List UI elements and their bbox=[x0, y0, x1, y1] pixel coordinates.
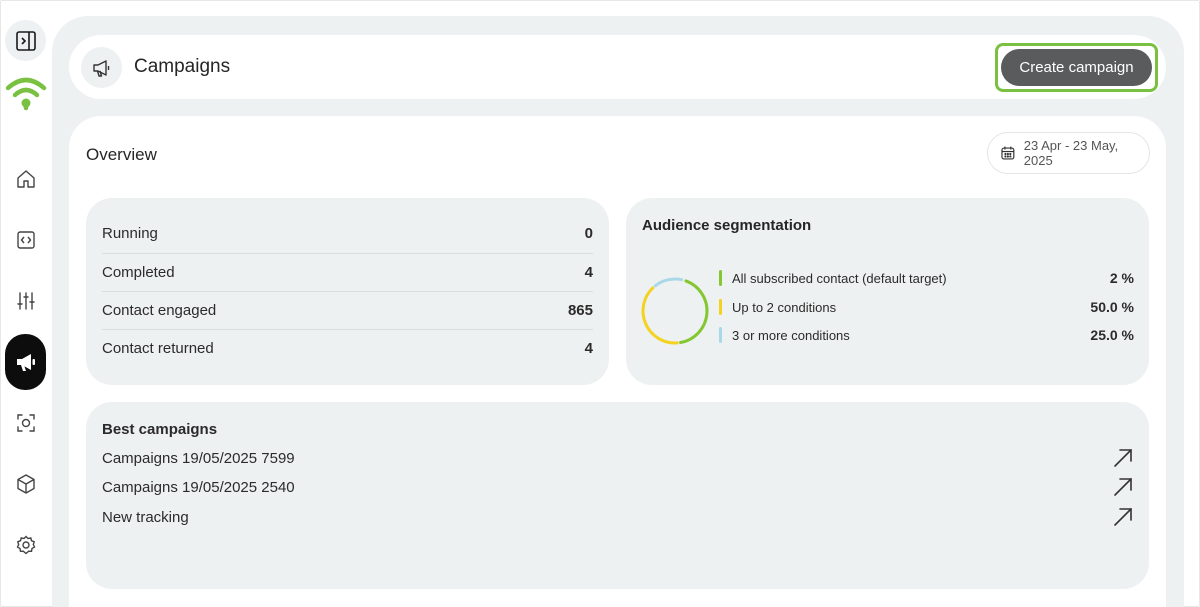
create-campaign-highlight: Create campaign bbox=[995, 43, 1158, 92]
legend-label: 3 or more conditions bbox=[732, 327, 850, 343]
stat-row: Contact engaged 865 bbox=[102, 291, 593, 329]
date-range-picker[interactable]: 23 Apr - 23 May, 2025 bbox=[987, 132, 1150, 174]
list-item: Campaigns 19/05/2025 2540 bbox=[102, 474, 1134, 500]
gear-icon bbox=[16, 535, 35, 554]
audience-title: Audience segmentation bbox=[642, 217, 812, 234]
best-campaigns-card: Best campaigns Campaigns 19/05/2025 7599… bbox=[86, 402, 1149, 589]
page-header: Campaigns Create campaign bbox=[69, 35, 1166, 99]
stat-value: 4 bbox=[584, 264, 593, 281]
sidebar-item-scan[interactable] bbox=[5, 402, 46, 443]
audience-segmentation-card: Audience segmentation All subscribed con… bbox=[626, 198, 1149, 385]
scan-icon bbox=[16, 413, 35, 432]
audience-donut-chart bbox=[641, 277, 709, 345]
code-icon bbox=[16, 230, 35, 249]
date-range-text: 23 Apr - 23 May, 2025 bbox=[1023, 138, 1119, 168]
sidebar-toggle-button[interactable] bbox=[5, 20, 46, 61]
sliders-icon bbox=[16, 291, 35, 310]
cube-icon bbox=[16, 473, 35, 494]
legend-row: Up to 2 conditions 50.0 % bbox=[719, 297, 1134, 317]
donut-segment bbox=[653, 277, 684, 288]
sidebar-item-home[interactable] bbox=[5, 158, 46, 199]
stats-card: Running 0 Completed 4 Contact engaged 86… bbox=[86, 198, 609, 385]
megaphone-icon bbox=[16, 354, 35, 371]
stat-label: Contact engaged bbox=[102, 302, 217, 319]
overview-title: Overview bbox=[86, 145, 157, 164]
sidebar-item-code[interactable] bbox=[5, 219, 46, 260]
campaign-name: Campaigns 19/05/2025 2540 bbox=[102, 478, 295, 496]
home-icon bbox=[16, 169, 35, 188]
megaphone-icon bbox=[92, 59, 109, 77]
sidebar-item-settings[interactable] bbox=[5, 524, 46, 565]
campaign-name: Campaigns 19/05/2025 7599 bbox=[102, 449, 295, 467]
legend-value: 50.0 % bbox=[1090, 299, 1134, 315]
stat-label: Running bbox=[102, 224, 158, 242]
sidebar-toggle-icon bbox=[15, 30, 36, 51]
arrow-up-right-icon[interactable] bbox=[1112, 476, 1134, 498]
list-item: New tracking bbox=[102, 504, 1134, 530]
legend-label: Up to 2 conditions bbox=[732, 299, 837, 315]
stat-label: Contact returned bbox=[102, 340, 214, 357]
stat-row: Completed 4 bbox=[102, 253, 593, 291]
donut-segment bbox=[641, 286, 679, 345]
arrow-up-right-icon[interactable] bbox=[1112, 506, 1134, 528]
stat-value: 0 bbox=[584, 224, 593, 242]
stat-value: 4 bbox=[584, 340, 593, 357]
legend-value: 2 % bbox=[1109, 270, 1134, 286]
legend-swatch bbox=[719, 299, 722, 315]
sidebar bbox=[0, 0, 52, 607]
calendar-icon bbox=[1001, 146, 1015, 160]
wifi-logo-icon bbox=[5, 77, 47, 111]
legend-row: All subscribed contact (default target) … bbox=[719, 268, 1134, 288]
sidebar-item-campaigns[interactable] bbox=[5, 334, 46, 390]
donut-segment bbox=[679, 279, 709, 345]
stat-value: 865 bbox=[567, 302, 593, 319]
page-icon bbox=[81, 47, 122, 88]
best-campaigns-title: Best campaigns bbox=[102, 421, 218, 438]
stat-row: Running 0 bbox=[102, 214, 593, 252]
create-campaign-button[interactable]: Create campaign bbox=[1001, 49, 1152, 86]
list-item: Campaigns 19/05/2025 7599 bbox=[102, 445, 1134, 471]
stat-label: Completed bbox=[102, 264, 175, 281]
arrow-up-right-icon[interactable] bbox=[1112, 447, 1134, 469]
legend-value: 25.0 % bbox=[1090, 327, 1134, 343]
page-title: Campaigns bbox=[134, 56, 231, 77]
sidebar-item-packages[interactable] bbox=[5, 463, 46, 504]
legend-swatch bbox=[719, 270, 722, 286]
legend-label: All subscribed contact (default target) bbox=[732, 270, 947, 286]
overview-section: Overview 23 Apr - 23 May, 2025 Running 0… bbox=[69, 116, 1166, 607]
sidebar-item-settings-sliders[interactable] bbox=[5, 280, 46, 321]
legend-row: 3 or more conditions 25.0 % bbox=[719, 325, 1134, 345]
legend-swatch bbox=[719, 327, 722, 343]
campaign-name: New tracking bbox=[102, 508, 189, 526]
stat-row: Contact returned 4 bbox=[102, 329, 593, 367]
